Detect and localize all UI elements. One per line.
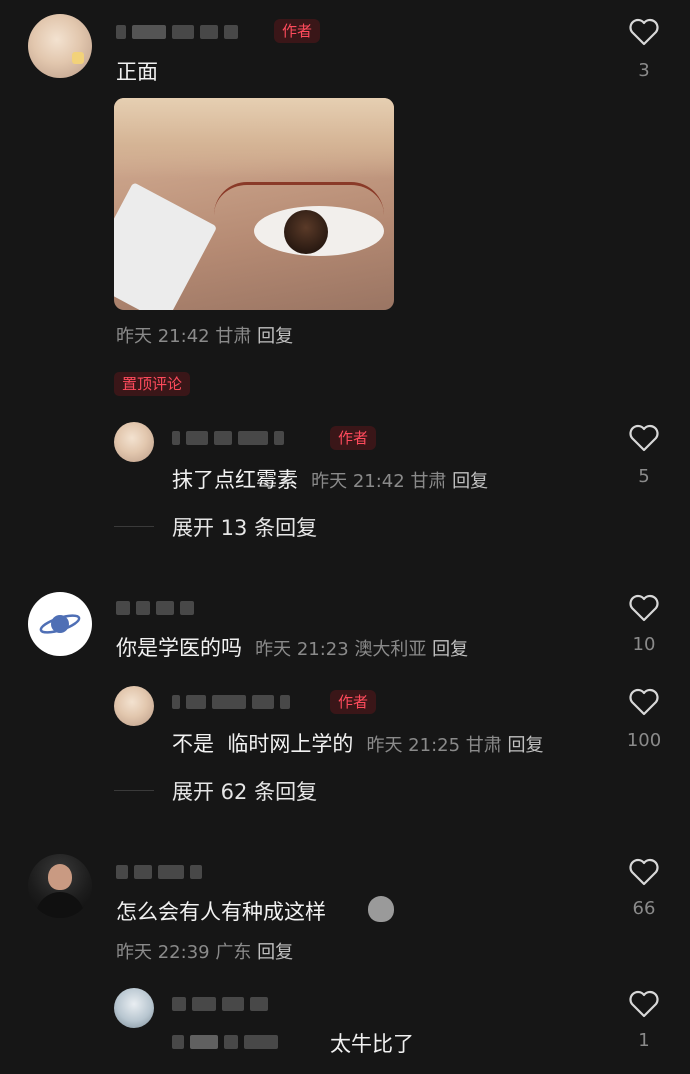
avatar[interactable] (28, 592, 92, 656)
comment-meta: 昨天 21:23 澳大利亚 回复 (255, 639, 469, 660)
like-count: 100 (626, 730, 662, 751)
divider (114, 526, 154, 527)
mention-blurred[interactable] (172, 1032, 278, 1052)
heart-icon (629, 688, 659, 716)
author-tag: 作者 (330, 426, 377, 450)
avatar[interactable] (28, 854, 92, 918)
like-count: 10 (632, 634, 656, 655)
like-button[interactable] (628, 858, 660, 890)
like-button[interactable] (628, 990, 660, 1022)
smile-emoji-icon (368, 896, 394, 922)
reply-button[interactable]: 回复 (257, 326, 293, 347)
username-blurred[interactable] (116, 862, 202, 882)
like-button[interactable] (628, 18, 660, 50)
comment-text: 太牛比了 (330, 1032, 414, 1056)
username-blurred[interactable] (172, 428, 284, 448)
reply-row: 不是 临时网上学的 昨天 21:25 甘肃 回复 (172, 728, 544, 758)
reply-button[interactable]: 回复 (432, 639, 468, 660)
reply-button[interactable]: 回复 (508, 735, 544, 756)
divider (114, 790, 154, 791)
heart-icon (629, 858, 659, 886)
avatar[interactable] (114, 422, 154, 462)
comment-row: 你是学医的吗 昨天 21:23 澳大利亚 回复 (116, 632, 468, 662)
avatar[interactable] (114, 988, 154, 1028)
heart-icon (629, 594, 659, 622)
reply-row: 抹了点红霉素 昨天 21:42 甘肃 回复 (172, 464, 488, 494)
comment-text: 正面 (116, 60, 158, 84)
username-blurred[interactable] (172, 994, 268, 1014)
reply-button[interactable]: 回复 (452, 471, 488, 492)
avatar[interactable] (28, 14, 92, 78)
like-count: 1 (638, 1030, 650, 1051)
username-blurred[interactable] (172, 692, 290, 712)
reply-button[interactable]: 回复 (257, 942, 293, 963)
comment-meta: 昨天 21:25 甘肃 回复 (366, 735, 544, 756)
like-button[interactable] (628, 594, 660, 626)
comment-meta: 昨天 21:42 甘肃 回复 (116, 326, 294, 347)
comment-meta: 昨天 22:39 广东 回复 (116, 942, 294, 963)
like-count: 66 (632, 898, 656, 919)
heart-icon (629, 18, 659, 46)
author-tag: 作者 (330, 690, 377, 714)
comment-image[interactable] (114, 98, 394, 310)
planet-icon (39, 614, 81, 634)
comment-text: 不是 临时网上学的 (172, 732, 354, 756)
comment-text: 抹了点红霉素 (172, 468, 298, 492)
comment-text: 你是学医的吗 (116, 636, 242, 660)
expand-replies-button[interactable]: 展开 62 条回复 (172, 776, 317, 806)
author-tag: 作者 (274, 19, 321, 43)
like-count: 5 (638, 466, 650, 487)
username-blurred[interactable] (116, 598, 194, 618)
comment-row: 怎么会有人有种成这样 (116, 896, 394, 926)
like-button[interactable] (628, 688, 660, 720)
like-count: 3 (638, 60, 650, 81)
heart-icon (629, 424, 659, 452)
pinned-tag: 置顶评论 (114, 372, 191, 396)
like-button[interactable] (628, 424, 660, 456)
avatar[interactable] (114, 686, 154, 726)
comment-meta: 昨天 21:42 甘肃 回复 (311, 471, 489, 492)
username-blurred[interactable] (116, 22, 238, 42)
heart-icon (629, 990, 659, 1018)
expand-replies-button[interactable]: 展开 13 条回复 (172, 512, 317, 542)
comment-text: 怎么会有人有种成这样 (116, 900, 326, 924)
